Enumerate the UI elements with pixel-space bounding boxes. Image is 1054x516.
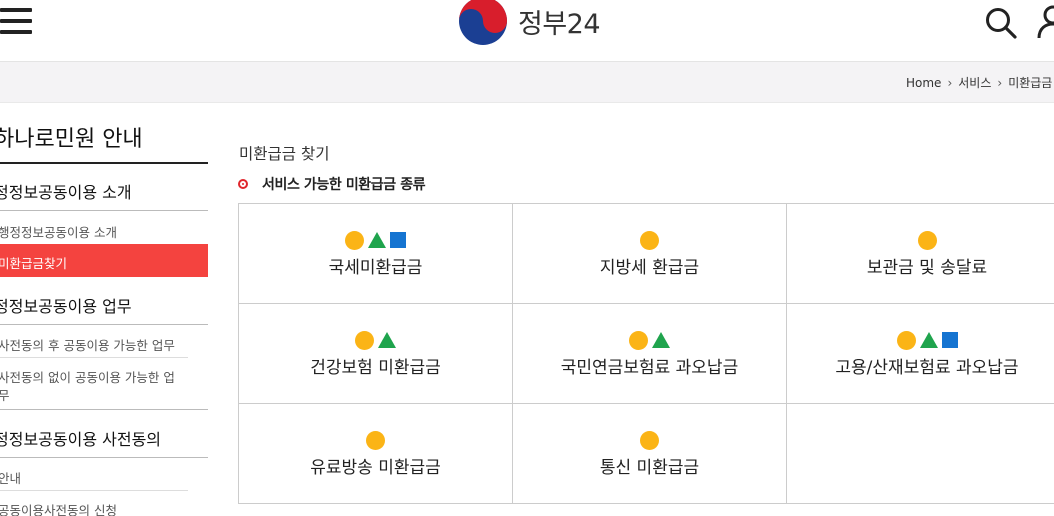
user-icon[interactable] — [1036, 4, 1054, 40]
service-icons — [513, 330, 786, 350]
circle-icon — [896, 330, 916, 350]
site-logo[interactable]: 정부24 — [458, 0, 601, 46]
refund-card-label: 지방세 환급금 — [599, 258, 700, 278]
triangle-icon — [652, 332, 670, 348]
circle-icon — [640, 430, 659, 450]
chevron-right-icon: › — [997, 76, 1003, 90]
breadcrumb-home[interactable]: Home — [906, 76, 941, 90]
sidebar-item-with-consent[interactable]: 사전동의 후 공동이용 가능한 업무 — [0, 335, 175, 354]
sidebar-title-divider — [0, 162, 208, 164]
chevron-right-icon: › — [947, 76, 953, 90]
sidebar-heading-tasks[interactable]: 정정보공동이용 업무 — [0, 293, 132, 317]
service-icons — [786, 230, 1054, 250]
service-icons — [239, 230, 512, 250]
refund-card-label: 통신 미환급금 — [599, 458, 700, 478]
sidebar-divider — [0, 457, 208, 458]
triangle-icon — [368, 232, 386, 248]
sidebar-heading-consent[interactable]: 정정보공동이용 사전동의 — [0, 426, 161, 450]
refund-card[interactable]: 국민연금보험료 과오납금 — [513, 304, 787, 404]
sidebar-item-consent-apply[interactable]: 공동이용사전동의 신청 — [0, 500, 117, 516]
sidebar-heading-intro[interactable]: 정정보공동이용 소개 — [0, 179, 132, 203]
sidebar-divider — [0, 409, 208, 410]
empty-cell — [786, 404, 1054, 504]
breadcrumb-bar: Home › 서비스 › 미환급금 — [0, 61, 1054, 103]
refund-card[interactable]: 통신 미환급금 — [513, 404, 787, 504]
refund-card[interactable]: 건강보험 미환급금 — [239, 304, 513, 404]
sidebar-item-admin-intro[interactable]: 행정정보공동이용 소개 — [0, 222, 117, 241]
refund-card[interactable]: 유료방송 미환급금 — [239, 404, 513, 504]
breadcrumb-services[interactable]: 서비스 — [958, 76, 991, 90]
square-icon — [941, 332, 958, 348]
sidebar-divider — [0, 324, 208, 325]
refund-card-label: 건강보험 미환급금 — [310, 358, 441, 378]
circle-icon — [640, 230, 659, 250]
square-icon — [390, 232, 406, 248]
breadcrumb: Home › 서비스 › 미환급금 — [906, 74, 1052, 91]
breadcrumb-current[interactable]: 미환급금 — [1008, 76, 1052, 90]
refund-card-label: 고용/산재보험료 과오납금 — [835, 358, 1019, 378]
refund-card[interactable]: 보관금 및 송달료 — [786, 204, 1054, 304]
sidebar-divider — [0, 210, 208, 211]
sidebar-item-refund-search: 미환급금찾기 — [0, 256, 68, 271]
sidebar-item-guide[interactable]: 안내 — [0, 468, 21, 487]
site-header: 정부24 — [0, 0, 1054, 60]
service-icons — [513, 230, 786, 250]
sidebar-item-active[interactable]: 미환급금찾기 — [0, 244, 208, 277]
sidebar-item-without-consent[interactable]: 사전동의 없이 공동이용 가능한 업 — [0, 367, 175, 386]
refund-card[interactable]: 고용/산재보험료 과오납금 — [786, 304, 1054, 404]
circle-icon — [629, 330, 648, 350]
circle-icon — [366, 430, 385, 450]
taegeuk-logo-icon — [459, 0, 507, 45]
sidebar: 하나로민원 안내 정정보공동이용 소개 행정정보공동이용 소개 미환급금찾기 정… — [0, 101, 210, 516]
refund-card-label: 국세미환급금 — [328, 258, 423, 278]
search-icon[interactable] — [984, 6, 1018, 40]
bullet-circle-icon — [238, 179, 248, 189]
logo-text: 정부24 — [518, 8, 601, 40]
service-icons — [786, 330, 1054, 350]
circle-icon — [355, 330, 374, 350]
refund-card[interactable]: 지방세 환급금 — [513, 204, 787, 304]
refund-type-grid: 국세미환급금 지방세 환급금 보관금 및 송달료 건강보험 미환급금 국민연금보… — [238, 203, 1054, 504]
service-icons — [239, 330, 512, 350]
section-label: 서비스 가능한 미환급금 종류 — [262, 177, 426, 193]
sidebar-title: 하나로민원 안내 — [0, 127, 143, 152]
sidebar-subdivider — [0, 357, 188, 358]
sidebar-subdivider — [0, 490, 188, 491]
refund-card-label: 국민연금보험료 과오납금 — [560, 358, 739, 378]
circle-icon — [917, 230, 937, 250]
refund-card-label: 유료방송 미환급금 — [310, 458, 441, 478]
service-icons — [239, 430, 512, 450]
triangle-icon — [378, 332, 396, 348]
triangle-icon — [919, 332, 938, 348]
hamburger-menu-icon[interactable] — [0, 6, 34, 36]
refund-card[interactable]: 국세미환급금 — [239, 204, 513, 304]
sidebar-item-without-consent-wrap[interactable]: 무 — [0, 385, 10, 404]
circle-icon — [345, 230, 364, 250]
page-title: 미환급금 찾기 — [239, 145, 330, 163]
service-icons — [513, 430, 786, 450]
refund-card-label: 보관금 및 송달료 — [866, 258, 988, 278]
